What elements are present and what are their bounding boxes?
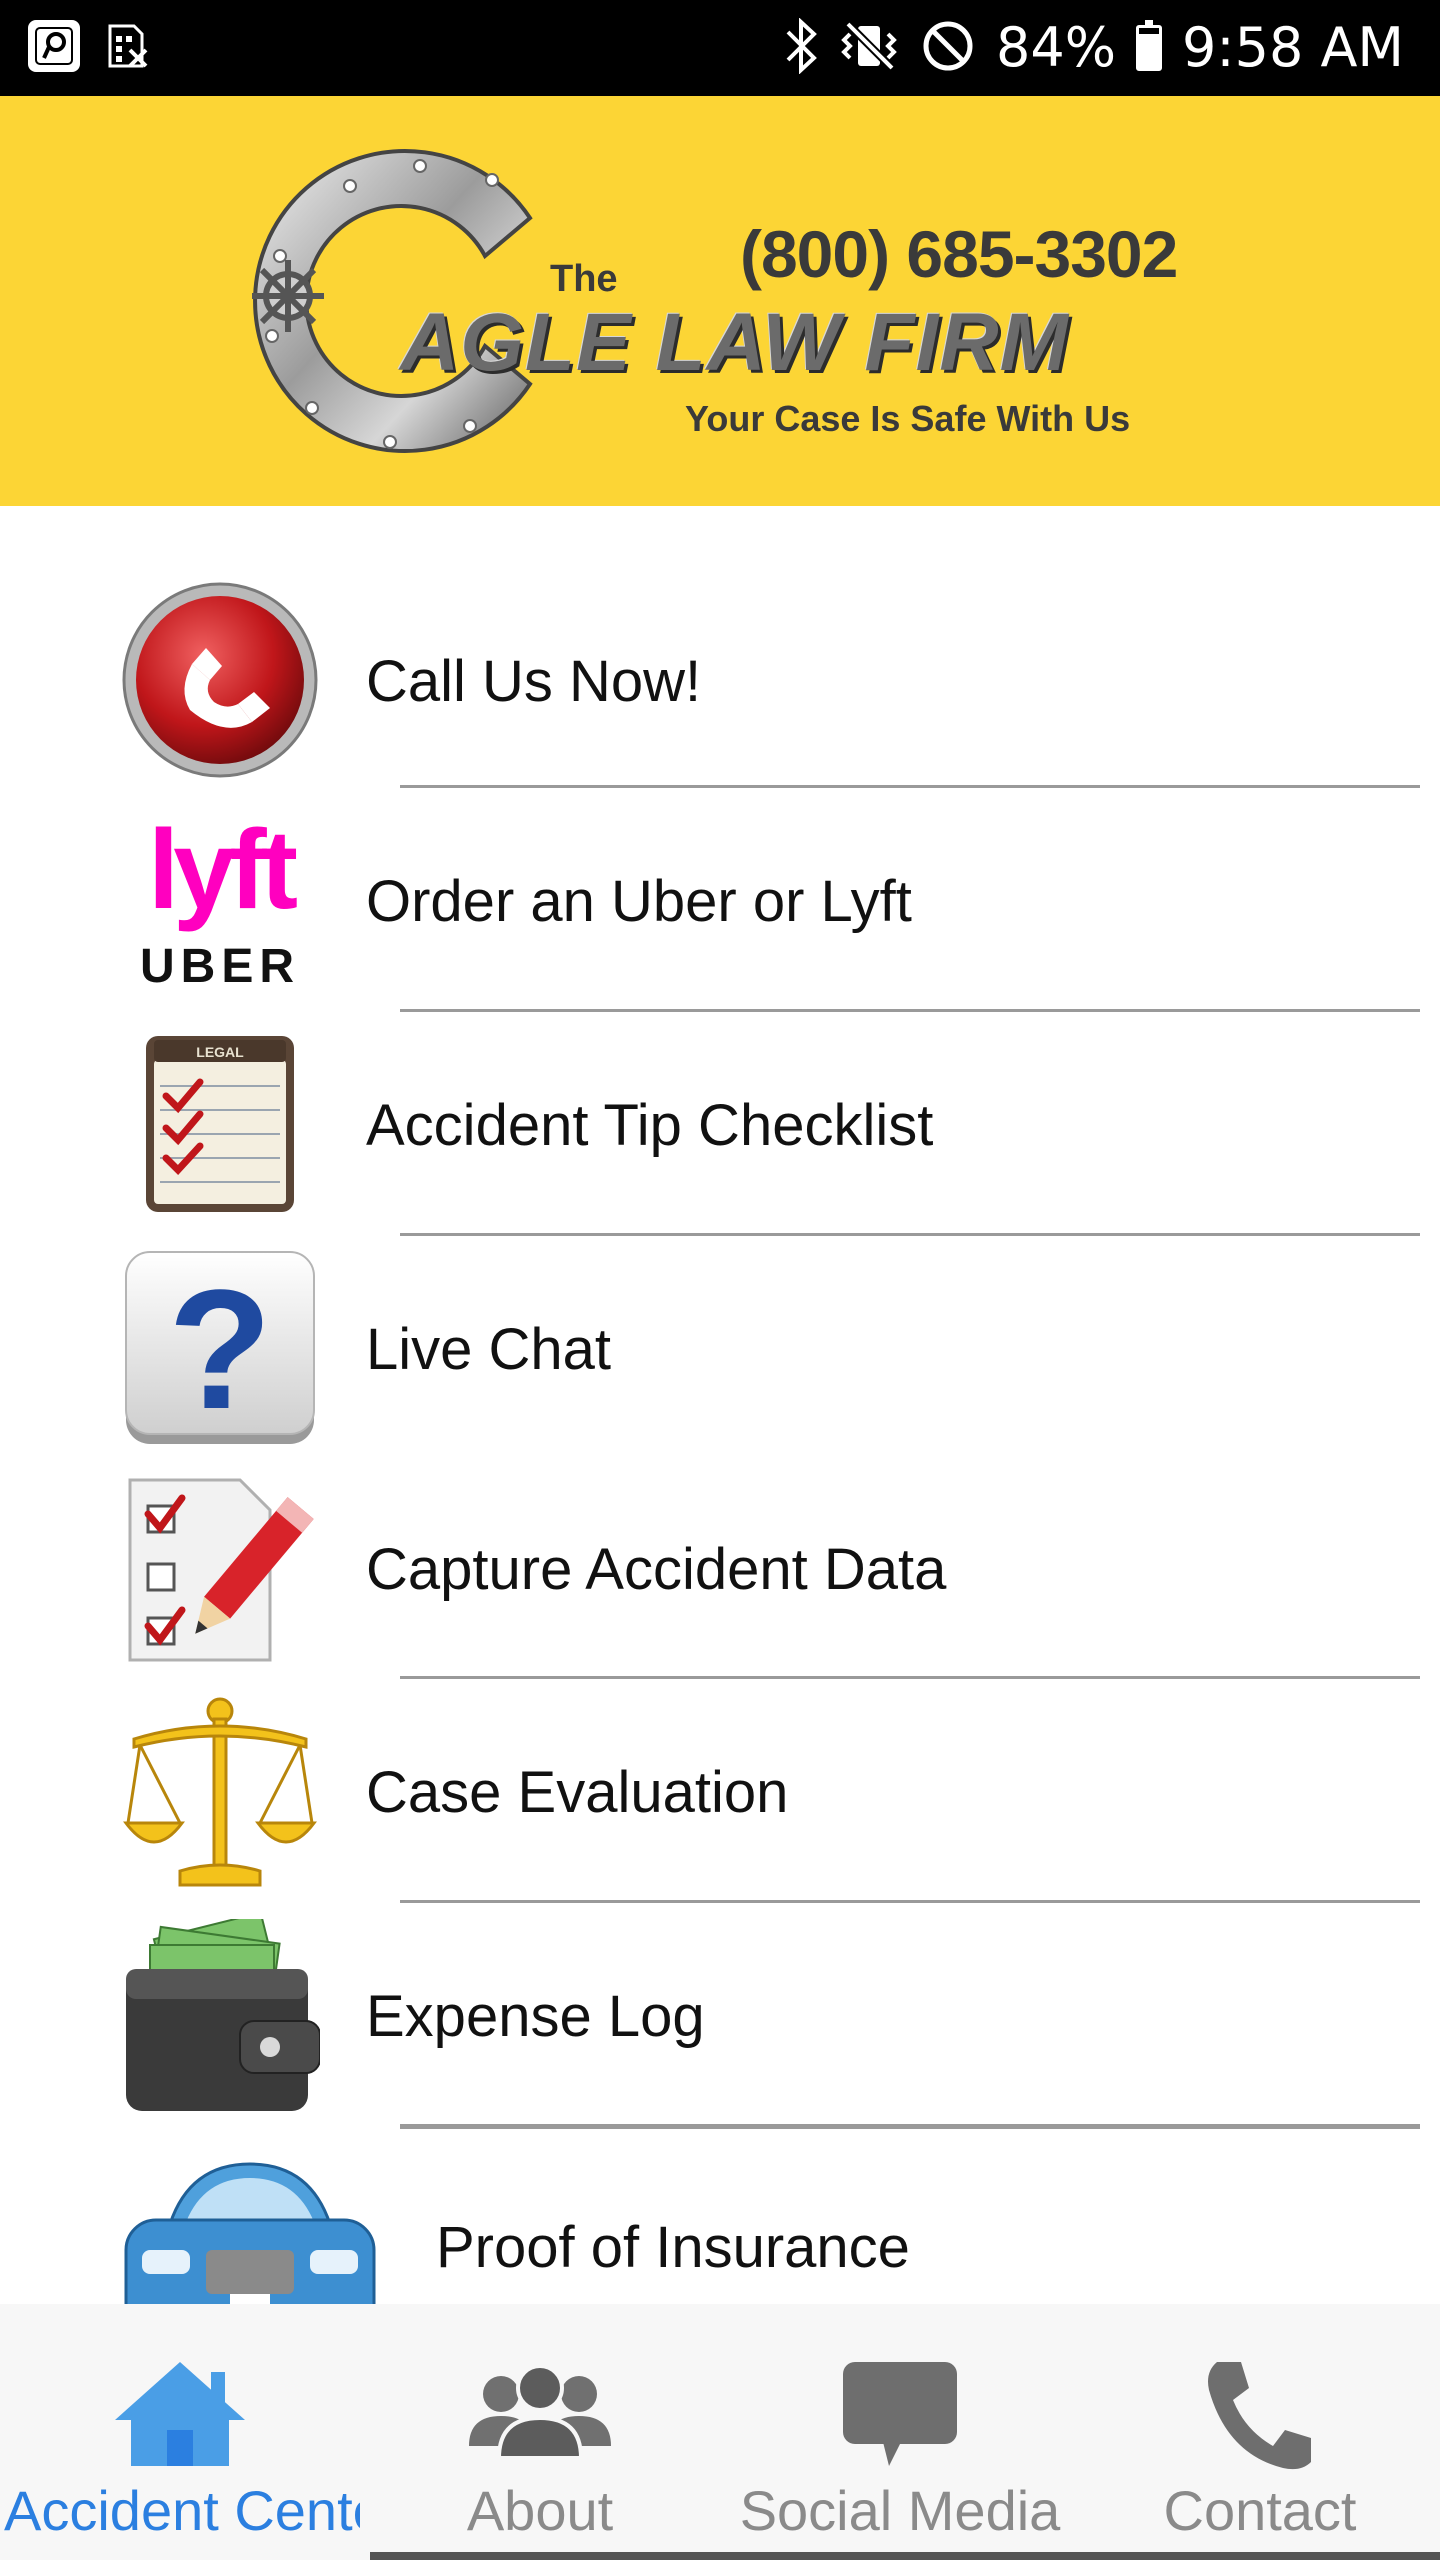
question-icon: ? <box>120 1250 320 1450</box>
tab-social-media[interactable]: Social Media <box>720 2304 1080 2560</box>
menu-divider <box>400 2124 1420 2129</box>
logo-tagline: Your Case Is Safe With Us <box>685 398 1131 439</box>
tab-accident-center[interactable]: Accident Center <box>0 2304 360 2560</box>
menu-item-proof-of-insurance[interactable]: Proof of Insurance <box>0 2136 1440 2304</box>
menu-item-label: Capture Accident Data <box>366 1537 947 1602</box>
menu-item-label: Call Us Now! <box>366 649 702 714</box>
menu-divider <box>400 785 1420 788</box>
menu-item-live-chat[interactable]: ? Live Chat <box>0 1244 1440 1464</box>
menu-divider <box>400 1900 1420 1903</box>
home-icon <box>95 2354 265 2474</box>
menu-item-tip-checklist[interactable]: LEGAL Accident Tip Checklist <box>0 1020 1440 1240</box>
menu-item-label: Order an Uber or Lyft <box>366 869 912 934</box>
app-screen: 84% 9:58 AM The (800) 685-3302 AGLE LAW … <box>0 0 1440 2560</box>
tab-about[interactable]: About <box>360 2304 720 2560</box>
logo-firm-name: AGLE LAW FIRM <box>400 297 1069 388</box>
tab-label: About <box>466 2479 614 2542</box>
vibrate-icon <box>840 18 900 79</box>
app-p-icon <box>28 20 80 72</box>
header-banner: The (800) 685-3302 AGLE LAW FIRM Your Ca… <box>0 96 1440 506</box>
menu-divider <box>400 1233 1420 1236</box>
menu-item-label: Proof of Insurance <box>436 2215 910 2280</box>
menu-item-label: Case Evaluation <box>366 1760 789 1825</box>
battery-percent: 84% <box>996 16 1117 79</box>
do-not-disturb-icon <box>920 18 976 79</box>
wallet-icon <box>120 1911 321 2119</box>
menu-item-expense-log[interactable]: Expense Log <box>0 1911 1440 2131</box>
lyft-text: lyft <box>148 807 297 932</box>
tab-contact[interactable]: Contact <box>1080 2304 1440 2560</box>
lyft-uber-icon: lyft UBER <box>120 804 320 1004</box>
menu-divider <box>400 1676 1420 1679</box>
menu-item-capture-data[interactable]: Capture Accident Data <box>0 1464 1440 1684</box>
status-bar-notifications <box>28 20 154 72</box>
menu-item-label: Expense Log <box>366 1984 705 2049</box>
menu-item-label: Accident Tip Checklist <box>366 1093 934 1158</box>
tab-label: Social Media <box>739 2479 1061 2542</box>
menu-item-case-evaluation[interactable]: Case Evaluation <box>0 1687 1440 1907</box>
question-mark-text: ? <box>168 1255 272 1445</box>
uber-text: UBER <box>140 940 300 993</box>
cagle-law-firm-logo[interactable]: The (800) 685-3302 AGLE LAW FIRM Your Ca… <box>230 146 1190 456</box>
scales-icon <box>120 1693 320 1893</box>
menu-item-label: Live Chat <box>366 1317 612 1382</box>
status-bar-system: 84% 9:58 AM <box>784 0 1404 96</box>
chat-bubble-icon <box>815 2354 985 2474</box>
menu-item-ride-share[interactable]: lyft UBER Order an Uber or Lyft <box>0 796 1440 1016</box>
battery-icon <box>1136 20 1163 71</box>
bluetooth-icon <box>784 16 820 79</box>
sim-icon <box>102 20 154 72</box>
phone-handset-icon <box>1175 2354 1345 2474</box>
clock: 9:58 AM <box>1182 16 1404 79</box>
status-bar: 84% 9:58 AM <box>0 0 1440 96</box>
menu-divider <box>400 1009 1420 1012</box>
legal-text: LEGAL <box>196 1044 244 1060</box>
tab-scroll-indicator <box>370 2552 1440 2560</box>
tab-label: Accident Center <box>4 2479 360 2542</box>
menu-item-call-us[interactable]: Call Us Now! <box>0 576 1440 796</box>
legal-checklist-icon: LEGAL <box>120 1026 320 1226</box>
people-icon <box>455 2354 625 2474</box>
logo-phone-number[interactable]: (800) 685-3302 <box>740 216 1178 292</box>
checklist-pencil-icon <box>120 1470 320 1670</box>
tab-label: Contact <box>1163 2479 1357 2542</box>
logo-the-text: The <box>550 258 618 300</box>
bottom-tab-bar: Accident Center About <box>0 2304 1440 2560</box>
phone-icon <box>120 580 320 780</box>
car-icon <box>120 2154 380 2304</box>
